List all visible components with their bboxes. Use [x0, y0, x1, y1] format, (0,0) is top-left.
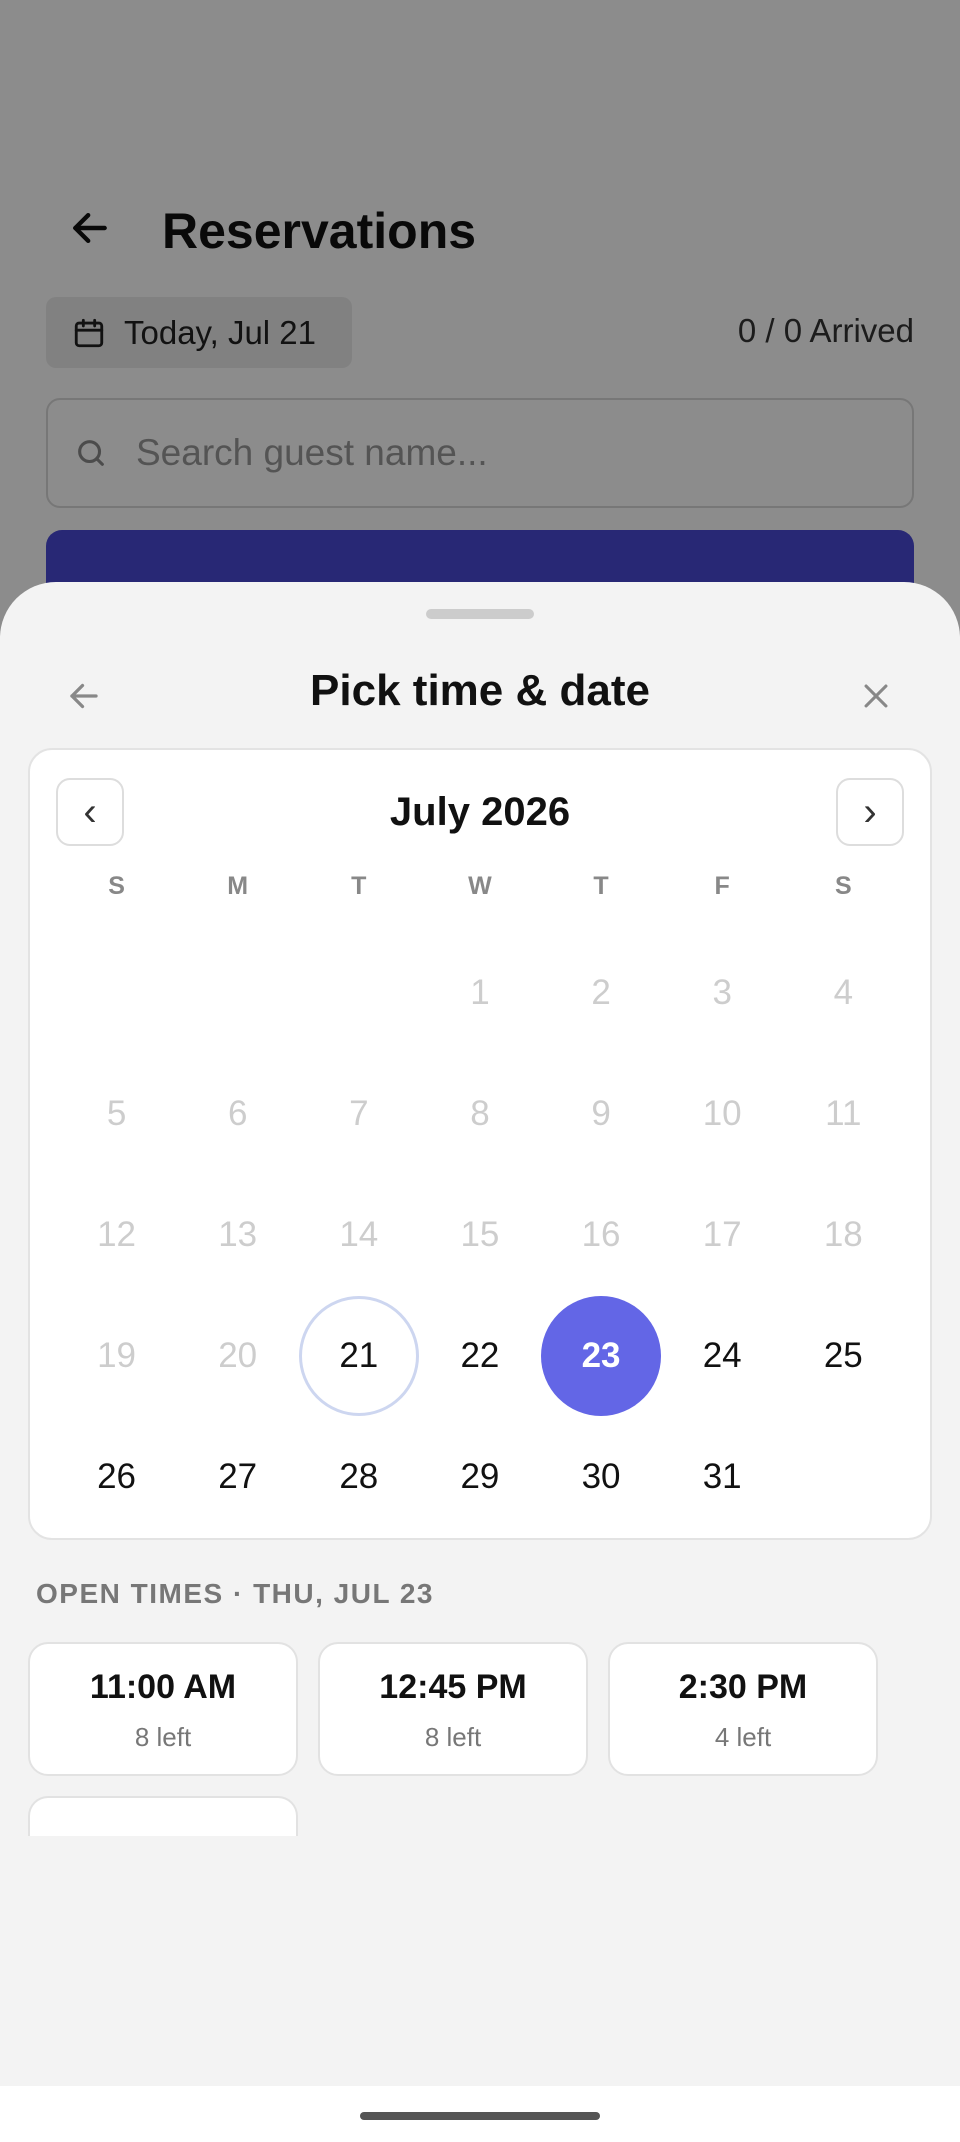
slot-availability: 8 left — [134, 1722, 192, 1752]
close-icon — [864, 684, 888, 708]
empty-day-cell — [298, 932, 419, 1053]
pick-time-date-sheet: Pick time & date ‹ July 2026 › S M T W T… — [0, 582, 960, 2086]
day-cell-9: 9 — [591, 1093, 611, 1133]
weekday-label: S — [108, 872, 125, 900]
day-cell-5: 5 — [106, 1093, 127, 1133]
empty-day-cell — [177, 932, 298, 1053]
weekday-label: S — [834, 872, 852, 900]
day-cell-15: 15 — [460, 1214, 500, 1254]
day-cell-26[interactable]: 26 — [56, 1416, 177, 1537]
day-cell-2: 2 — [591, 972, 611, 1012]
days-grid: 1 2 3 4 5 6 7 8 9 10 11 12 13 14 15 16 1… — [56, 932, 904, 1537]
weekday-label: W — [468, 872, 492, 900]
chevron-right-icon: › — [863, 789, 877, 834]
weekday-label: M — [227, 872, 249, 900]
day-cell-3: 3 — [712, 972, 732, 1012]
weekday-label: T — [351, 872, 367, 900]
day-cell-7: 7 — [349, 1093, 369, 1133]
day-cell-6: 6 — [227, 1093, 248, 1133]
day-cell-10: 10 — [702, 1093, 742, 1133]
day-cell-17: 17 — [702, 1214, 742, 1254]
slot-time: 11:00 AM — [89, 1668, 237, 1706]
system-navigation-bar — [0, 2086, 960, 2142]
day-cell-18: 18 — [823, 1214, 863, 1254]
day-cell-30[interactable]: 30 — [541, 1416, 662, 1537]
day-cell-21-today[interactable]: 21 — [298, 1295, 419, 1416]
slot-availability: 4 left — [714, 1722, 772, 1752]
slot-time: 2:30 PM — [678, 1668, 808, 1706]
day-cell-14: 14 — [339, 1214, 379, 1254]
day-cell-1: 1 — [470, 972, 490, 1012]
day-cell-22[interactable]: 22 — [419, 1295, 540, 1416]
sheet-title: Pick time & date — [310, 666, 650, 715]
day-cell-20: 20 — [218, 1335, 258, 1375]
day-cell-27[interactable]: 27 — [177, 1416, 298, 1537]
weekday-label: T — [593, 872, 609, 900]
day-cell-12: 12 — [97, 1214, 137, 1254]
day-cell-8: 8 — [470, 1093, 490, 1133]
slot-availability: 8 left — [424, 1722, 482, 1752]
empty-day-cell — [783, 1416, 904, 1537]
day-cell-11: 11 — [825, 1093, 862, 1133]
day-cell-19: 19 — [97, 1335, 137, 1375]
day-cell-16: 16 — [581, 1214, 621, 1254]
slot-time: 12:45 PM — [379, 1668, 527, 1706]
day-cell-31[interactable]: 31 — [662, 1416, 783, 1537]
empty-day-cell — [56, 932, 177, 1053]
day-cell-24[interactable]: 24 — [662, 1295, 783, 1416]
time-slot-button[interactable]: 11:00 AM 8 left — [28, 1642, 298, 1776]
sheet-drag-handle[interactable] — [426, 609, 534, 619]
weekday-header: S M T W T F S — [56, 872, 904, 912]
home-indicator[interactable] — [360, 2112, 600, 2120]
weekday-label: F — [714, 872, 730, 900]
time-slot-button[interactable]: 2:30 PM 4 left — [608, 1642, 878, 1776]
day-cell-29[interactable]: 29 — [419, 1416, 540, 1537]
day-cell-23-selected[interactable]: 23 — [541, 1295, 662, 1416]
calendar-card: ‹ July 2026 › S M T W T F S 1 2 3 4 5 6 — [28, 748, 932, 1540]
day-cell-28[interactable]: 28 — [298, 1416, 419, 1537]
close-button[interactable] — [852, 672, 900, 720]
month-label: July 2026 — [389, 790, 571, 834]
time-slot-button-partial[interactable] — [28, 1796, 298, 1836]
open-times-heading: OPEN TIMES · THU, JUL 23 — [36, 1578, 434, 1609]
next-month-button[interactable]: › — [836, 778, 904, 846]
day-cell-25[interactable]: 25 — [783, 1295, 904, 1416]
day-cell-13: 13 — [218, 1214, 258, 1254]
day-cell-4: 4 — [833, 972, 854, 1012]
time-slot-button[interactable]: 12:45 PM 8 left — [318, 1642, 588, 1776]
